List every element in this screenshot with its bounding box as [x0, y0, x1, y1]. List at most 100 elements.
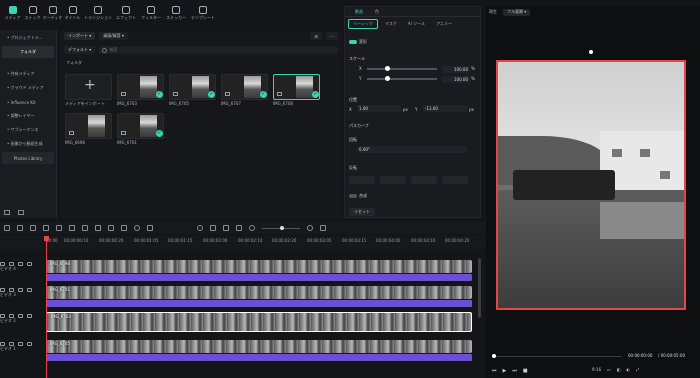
filter-icon[interactable]: ☰	[310, 32, 322, 40]
eye-icon[interactable]	[27, 262, 32, 266]
delete-icon[interactable]	[56, 225, 62, 231]
media-item[interactable]: IMG_6698	[65, 113, 112, 147]
scale-x-field[interactable]: 100.00	[442, 66, 470, 73]
fullscreen-icon[interactable]: ⤢	[636, 367, 639, 372]
composite-toggle[interactable]	[349, 194, 357, 198]
playhead[interactable]	[44, 236, 49, 378]
aspect-ratio[interactable]: 9:16	[592, 367, 601, 372]
reset-button[interactable]: リセット	[349, 208, 375, 216]
media-item-selected[interactable]: ✓ IMG_6708	[273, 74, 320, 108]
audio-bar[interactable]	[46, 300, 472, 307]
flip-horizontal-button[interactable]	[349, 176, 375, 184]
sidebar-item-subsequence[interactable]: • サブシーケンス	[2, 124, 54, 136]
sidebar-item-image-to-video[interactable]: • 画像から動画生成	[2, 138, 54, 150]
record-button[interactable]: 録画/録音 ▾	[99, 32, 128, 40]
tab-title[interactable]: タイトル	[64, 6, 81, 28]
timeline-clip-selected[interactable]: IMG_6703	[46, 312, 472, 332]
quality-dropdown[interactable]: フル画質 ▾	[503, 8, 531, 16]
tab-filter[interactable]: フィルター	[140, 6, 162, 28]
stop-icon[interactable]: ■	[523, 368, 528, 374]
flip-vertical-button[interactable]	[380, 176, 406, 184]
sort-dropdown[interactable]: デフォルト ▾	[64, 46, 96, 54]
eye-icon[interactable]	[27, 314, 32, 318]
adjust-icon[interactable]	[147, 225, 153, 231]
import-button[interactable]: インポート ▾	[64, 32, 96, 40]
mic-icon[interactable]	[223, 225, 229, 231]
speed-icon[interactable]	[121, 225, 127, 231]
select-icon[interactable]	[17, 225, 23, 231]
mix-icon[interactable]	[236, 225, 242, 231]
import-media-card[interactable]: + メディアをインポート	[65, 74, 112, 108]
tab-effect[interactable]: エフェクト	[115, 6, 137, 28]
zoom-slider[interactable]	[262, 225, 300, 230]
tab-stock[interactable]: ストック	[24, 6, 41, 28]
prev-frame-icon[interactable]: ⏮	[492, 368, 497, 374]
timeline-ruler[interactable]: 00:00 00:00:00:10 00:00:00:20 00:00:01:0…	[0, 236, 486, 250]
pos-y-field[interactable]: -11.00	[423, 105, 467, 112]
tab-sticker[interactable]: ステッカー	[165, 6, 187, 28]
tab-audio[interactable]: オーディオ	[43, 6, 62, 28]
tab-transition[interactable]: トランジション	[84, 6, 112, 28]
tab-video[interactable]: 動画	[355, 9, 363, 15]
media-item[interactable]: ✓ IMG_6701	[117, 113, 164, 147]
scale-x-slider[interactable]	[367, 66, 437, 71]
play-icon[interactable]: ▶	[503, 368, 507, 374]
subtab-mask[interactable]: マスク	[381, 20, 401, 28]
tab-color[interactable]: 色	[375, 9, 379, 15]
rotate-right-button[interactable]	[442, 176, 468, 184]
sidebar-item-influence-kit[interactable]: • Influence Kit	[2, 96, 54, 108]
sidebar-item-project-media[interactable]: • プロジェクトメ...	[2, 32, 54, 44]
rotate-field[interactable]: 0.00°	[357, 146, 467, 153]
lock-icon[interactable]	[18, 342, 23, 346]
search-input[interactable]: 検索	[99, 46, 338, 54]
transform-toggle[interactable]	[349, 40, 357, 44]
split-icon[interactable]	[69, 225, 75, 231]
timeline-clip[interactable]: IMG_6698	[46, 260, 472, 273]
subtab-basic[interactable]: ベーシック	[348, 19, 378, 29]
sidebar-item-shared-media[interactable]: • 共有メディア	[2, 68, 54, 80]
grid-icon[interactable]	[320, 225, 326, 231]
zoom-in-icon[interactable]	[307, 225, 313, 231]
lock-icon[interactable]	[18, 314, 23, 318]
sidebar-item-photos-library[interactable]: Photos Library	[2, 152, 54, 164]
pos-x-field[interactable]: 1.00	[357, 105, 401, 112]
timeline-clip[interactable]: IMG_6701	[46, 286, 472, 299]
layout-icon[interactable]	[4, 225, 10, 231]
timeline-scrollbar[interactable]	[478, 258, 481, 318]
next-frame-icon[interactable]: ⏭	[512, 368, 517, 374]
rotate-left-button[interactable]	[411, 176, 437, 184]
audio-bar[interactable]	[46, 274, 472, 281]
eye-icon[interactable]	[27, 288, 32, 292]
subtab-animation[interactable]: アニメー	[432, 20, 456, 28]
scale-y-slider[interactable]	[367, 76, 437, 81]
sidebar-item-folder[interactable]: フォルダ	[2, 46, 54, 58]
undo-icon[interactable]	[30, 225, 36, 231]
subtab-ai-tools[interactable]: AI ツール	[404, 20, 429, 28]
redo-icon[interactable]	[43, 225, 49, 231]
tab-template[interactable]: テンプレート	[190, 6, 216, 28]
snapshot-icon[interactable]: ◧	[617, 367, 621, 372]
media-item[interactable]: ✓ IMG_6705	[169, 74, 216, 108]
collapse-icon[interactable]	[18, 210, 24, 215]
volume-icon[interactable]: ◐	[627, 367, 631, 372]
media-item[interactable]: ✓ IMG_6703	[117, 74, 164, 108]
eye-icon[interactable]	[27, 342, 32, 346]
new-folder-icon[interactable]	[4, 210, 10, 215]
ai-icon[interactable]	[210, 225, 216, 231]
sidebar-item-cloud-media[interactable]: • クラウド メディア	[2, 82, 54, 94]
screen-icon[interactable]: ▭	[607, 367, 611, 372]
more-icon[interactable]: ⋯	[326, 32, 338, 40]
preview-scrubber[interactable]	[492, 354, 622, 358]
record-icon[interactable]	[197, 225, 203, 231]
zoom-out-icon[interactable]	[249, 225, 255, 231]
preview-canvas[interactable]	[496, 60, 686, 310]
audio-bar[interactable]	[46, 354, 472, 361]
rotate-icon[interactable]	[108, 225, 114, 231]
scale-y-field[interactable]: 100.00	[442, 76, 470, 83]
rotate-handle[interactable]	[589, 50, 593, 54]
tab-media[interactable]: メディア	[4, 6, 21, 28]
sidebar-item-adjustment-layer[interactable]: • 調整レイヤー	[2, 110, 54, 122]
lock-icon[interactable]	[18, 262, 23, 266]
text-icon[interactable]	[95, 225, 101, 231]
media-item[interactable]: ✓ IMG_6707	[221, 74, 268, 108]
